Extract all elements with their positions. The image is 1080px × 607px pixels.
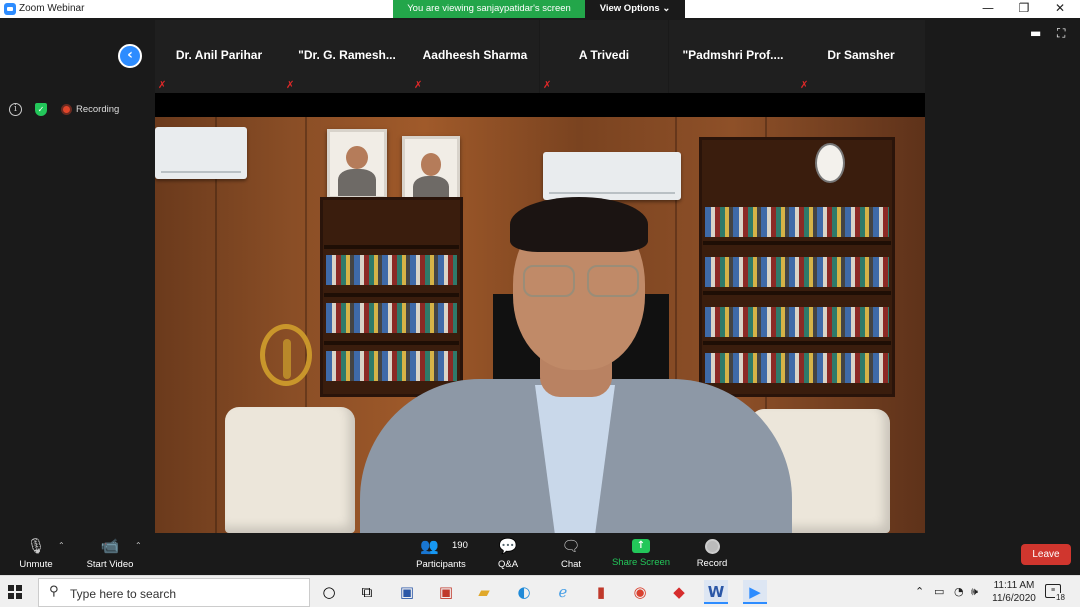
- tray-expand-icon[interactable]: ⌃: [915, 585, 924, 598]
- video-off-icon: 📹: [100, 537, 120, 555]
- gallery-view-icon[interactable]: ▬: [1030, 26, 1041, 40]
- word-app-icon[interactable]: W: [704, 580, 728, 604]
- unmute-button[interactable]: 🎙 Unmute: [12, 533, 60, 575]
- participant-name: Dr. Anil Parihar: [175, 48, 263, 62]
- recording-icon: [61, 104, 72, 115]
- edge-browser-icon[interactable]: ◐: [512, 580, 536, 604]
- mic-muted-icon: ✗: [414, 80, 423, 91]
- qa-label: Q&A: [497, 559, 519, 570]
- file-explorer-icon[interactable]: ▰: [472, 580, 496, 604]
- air-conditioner: [155, 127, 247, 179]
- meeting-controls-toolbar: 🎙 Unmute ⌃ 📹 Start Video ⌃ 👥 Participant…: [0, 533, 1080, 575]
- gallery-back-button[interactable]: ‹: [118, 44, 142, 68]
- audio-options-caret[interactable]: ⌃: [58, 541, 65, 550]
- qa-icon: 💬: [498, 537, 518, 555]
- participant-name: "Dr. G. Ramesh...: [298, 48, 396, 62]
- mic-muted-icon: 🎙: [26, 537, 46, 555]
- pdf-reader-icon[interactable]: ▮: [589, 580, 613, 604]
- taskbar-clock[interactable]: 11:11 AM 11/6/2020: [988, 579, 1040, 605]
- app-shortcut-icon[interactable]: ◆: [667, 580, 691, 604]
- windows-taskbar: ⚲ Type here to search ○ ⧉ ▣ ▣ ▰ ◐ ℯ ▮ ◉ …: [0, 575, 1080, 607]
- view-options-button[interactable]: View Options ⌄: [585, 0, 685, 18]
- restore-button[interactable]: ❐: [1006, 0, 1042, 18]
- wall-portrait: [402, 136, 460, 206]
- wifi-icon[interactable]: ◔: [954, 585, 964, 598]
- window-titlebar: Zoom Webinar You are viewing sanjaypatid…: [0, 0, 1080, 18]
- unmute-label: Unmute: [19, 559, 53, 570]
- chrome-browser-icon[interactable]: ◉: [628, 580, 652, 604]
- chat-icon: 🗨: [561, 537, 581, 555]
- clock-date: 11/6/2020: [992, 593, 1036, 604]
- task-view-icon[interactable]: ⧉: [355, 580, 379, 604]
- participant-name: A Trivedi: [578, 48, 630, 62]
- video-options-caret[interactable]: ⌃: [135, 541, 142, 550]
- windows-start-icon[interactable]: [8, 585, 22, 599]
- participant-tile[interactable]: "Padmshri Prof....: [669, 20, 797, 93]
- recording-label: Recording: [76, 104, 120, 115]
- zoom-taskbar-icon[interactable]: ▶: [743, 580, 767, 604]
- zoom-app-icon: [4, 3, 16, 15]
- mic-muted-icon: ✗: [800, 80, 809, 91]
- speaker-glasses: [523, 265, 575, 297]
- leave-button[interactable]: Leave: [1021, 544, 1071, 565]
- chat-button[interactable]: 🗨 Chat: [551, 533, 591, 575]
- participant-name: Aadheesh Sharma: [422, 48, 528, 62]
- participant-name: "Padmshri Prof....: [682, 48, 784, 62]
- start-video-button[interactable]: 📹 Start Video: [82, 533, 138, 575]
- wall-panel: [215, 117, 217, 533]
- search-placeholder: Type here to search: [70, 587, 177, 601]
- statue-decor: [260, 324, 312, 386]
- record-label: Record: [696, 558, 728, 569]
- participant-gallery-strip: ‹ Dr. Anil Parihar ✗ "Dr. G. Ramesh... ✗…: [0, 18, 1080, 93]
- app-shortcut-icon[interactable]: ▣: [395, 580, 419, 604]
- bookshelf: [699, 137, 895, 397]
- air-conditioner: [543, 152, 681, 200]
- speaker-hair: [510, 197, 648, 252]
- shared-screen-video: [155, 93, 925, 533]
- wall-clock: [815, 143, 845, 183]
- search-icon: ⚲: [49, 584, 59, 599]
- record-button[interactable]: Record: [692, 533, 732, 575]
- share-screen-label: Share Screen: [611, 557, 671, 568]
- video-feed-image: [155, 117, 925, 533]
- notification-count: 18: [1055, 593, 1066, 602]
- screen-share-banner: You are viewing sanjaypatidar's screen V…: [393, 0, 685, 18]
- close-button[interactable]: ✕: [1042, 0, 1078, 18]
- participants-label: Participants: [416, 559, 466, 570]
- record-icon: [704, 539, 720, 554]
- share-screen-icon: ↑: [632, 539, 650, 553]
- wall-portrait: [327, 129, 387, 199]
- participant-name: Dr Samsher: [827, 48, 895, 62]
- volume-icon[interactable]: 🕪: [971, 585, 978, 599]
- security-shield-icon[interactable]: ✓: [35, 103, 47, 116]
- share-screen-button[interactable]: ↑ Share Screen: [610, 533, 672, 575]
- participant-tile[interactable]: A Trivedi ✗: [540, 20, 668, 93]
- taskbar-search-input[interactable]: ⚲ Type here to search: [38, 578, 310, 607]
- speaker-glasses: [587, 265, 639, 297]
- meeting-info-icon[interactable]: i: [9, 103, 22, 116]
- participant-tile[interactable]: "Dr. G. Ramesh... ✗: [283, 20, 411, 93]
- participant-tile[interactable]: Dr Samsher ✗: [797, 20, 925, 93]
- app-shortcut-icon[interactable]: ▣: [434, 580, 458, 604]
- cortana-icon[interactable]: ○: [317, 580, 341, 604]
- mic-muted-icon: ✗: [543, 80, 552, 91]
- start-video-label: Start Video: [86, 559, 134, 570]
- fullscreen-icon[interactable]: ⛶: [1057, 26, 1065, 41]
- qa-button[interactable]: 💬 Q&A: [488, 533, 528, 575]
- battery-icon[interactable]: ▭: [934, 585, 944, 598]
- viewing-screen-label: You are viewing sanjaypatidar's screen: [393, 0, 585, 18]
- participant-tile[interactable]: Aadheesh Sharma ✗: [411, 20, 539, 93]
- clock-time: 11:11 AM: [993, 580, 1035, 591]
- mic-muted-icon: ✗: [286, 80, 295, 91]
- participants-count: 190: [452, 540, 468, 551]
- armchair: [225, 407, 355, 533]
- minimize-button[interactable]: —: [970, 0, 1006, 18]
- chat-label: Chat: [560, 559, 582, 570]
- mic-muted-icon: ✗: [158, 80, 167, 91]
- bookshelf: [320, 197, 463, 397]
- participant-tile[interactable]: Dr. Anil Parihar ✗: [155, 20, 283, 93]
- window-title: Zoom Webinar: [19, 3, 85, 14]
- ie-browser-icon[interactable]: ℯ: [551, 580, 575, 604]
